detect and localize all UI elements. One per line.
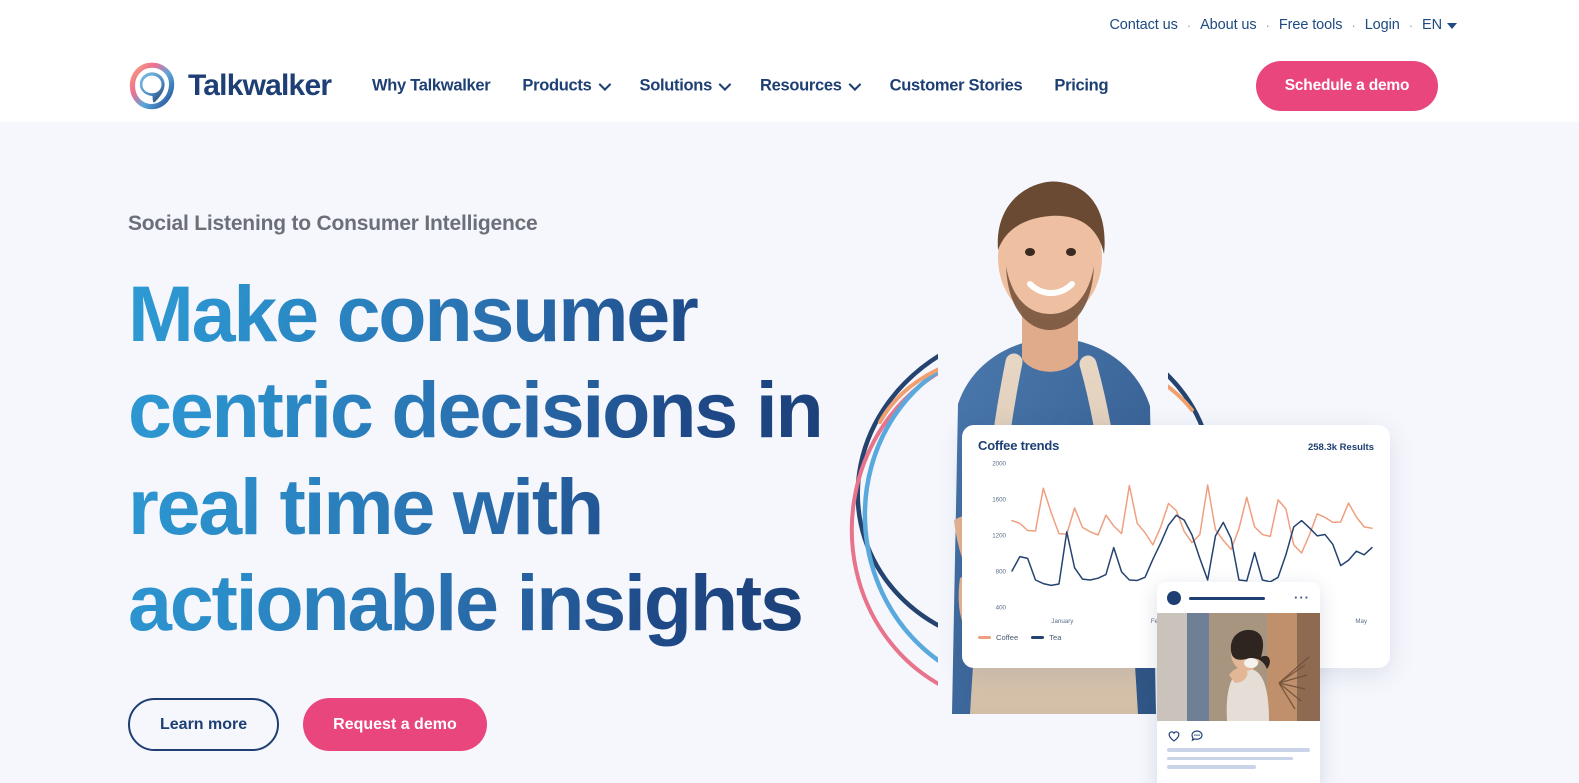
main-navigation: Why Talkwalker Products Solutions Resour… bbox=[372, 76, 1109, 96]
utility-separator: · bbox=[1408, 17, 1414, 33]
nav-label: Resources bbox=[759, 76, 842, 95]
nav-item-why-talkwalker[interactable]: Why Talkwalker bbox=[372, 76, 491, 96]
svg-text:January: January bbox=[1051, 618, 1074, 625]
social-post-author-placeholder bbox=[1189, 596, 1265, 600]
logo-link[interactable]: Talkwalker bbox=[128, 62, 332, 110]
nav-item-resources[interactable]: Resources bbox=[759, 76, 861, 96]
hero-headline-line: real time with bbox=[128, 461, 603, 551]
chart-results-count: 258.3k Results bbox=[1307, 442, 1374, 453]
placeholder-line bbox=[1167, 765, 1256, 769]
social-post-card: ··· bbox=[1157, 582, 1320, 783]
chart-title: Coffee trends bbox=[978, 438, 1060, 453]
utility-link-contact-us[interactable]: Contact us bbox=[1109, 17, 1177, 33]
hero-headline-line: actionable insights bbox=[128, 558, 802, 648]
utility-separator: · bbox=[1351, 17, 1356, 33]
nav-item-pricing[interactable]: Pricing bbox=[1054, 77, 1108, 96]
hero-visual: Coffee trends 258.3k Results 2000 1600 120… bbox=[820, 122, 1460, 783]
svg-text:May: May bbox=[1355, 618, 1368, 625]
utility-nav-list: Contact us · About us · Free tools · Log… bbox=[1109, 17, 1457, 33]
hero-headline: Make consumer centric decisions in real … bbox=[128, 266, 848, 652]
talkwalker-logo-icon bbox=[129, 62, 175, 110]
svg-text:1200: 1200 bbox=[992, 533, 1006, 540]
chevron-down-icon bbox=[1447, 23, 1457, 29]
hero-headline-line: centric decisions in bbox=[128, 365, 822, 455]
placeholder-line bbox=[1167, 756, 1293, 760]
nav-label: Solutions bbox=[639, 76, 713, 95]
placeholder-line bbox=[1167, 748, 1310, 752]
request-demo-button[interactable]: Request a demo bbox=[303, 698, 487, 751]
utility-link-about-us[interactable]: About us bbox=[1200, 17, 1257, 33]
utility-separator: · bbox=[1265, 17, 1270, 33]
language-selector-label: EN bbox=[1422, 17, 1442, 33]
hero-eyebrow: Social Listening to Consumer Intelligenc… bbox=[128, 212, 538, 235]
nav-item-customer-stories[interactable]: Customer Stories bbox=[890, 77, 1023, 96]
logo-wordmark: Talkwalker bbox=[188, 69, 332, 102]
chevron-down-icon bbox=[848, 78, 861, 91]
nav-label: Products bbox=[522, 76, 592, 95]
schedule-demo-button[interactable]: Schedule a demo bbox=[1256, 61, 1438, 111]
svg-text:1600: 1600 bbox=[992, 497, 1006, 504]
social-post-header: ··· bbox=[1157, 582, 1320, 613]
utility-separator: · bbox=[1186, 17, 1192, 33]
nav-label: Pricing bbox=[1054, 76, 1109, 95]
hero-cta-group: Learn more Request a demo bbox=[128, 698, 487, 751]
social-post-text-placeholder bbox=[1157, 748, 1320, 769]
utility-link-free-tools[interactable]: Free tools bbox=[1279, 17, 1343, 33]
nav-item-solutions[interactable]: Solutions bbox=[639, 76, 732, 96]
chevron-down-icon bbox=[598, 78, 611, 91]
avatar bbox=[1167, 591, 1181, 605]
language-selector[interactable]: EN bbox=[1422, 17, 1457, 33]
learn-more-button[interactable]: Learn more bbox=[128, 698, 280, 751]
page-root: Contact us · About us · Free tools · Log… bbox=[0, 0, 1579, 783]
site-header: Talkwalker Why Talkwalker Products Solut… bbox=[0, 50, 1579, 122]
nav-item-products[interactable]: Products bbox=[522, 76, 611, 96]
chart-card-header: Coffee trends 258.3k Results bbox=[978, 438, 1374, 453]
utility-nav-bar: Contact us · About us · Free tools · Log… bbox=[0, 0, 1579, 50]
social-post-actions bbox=[1157, 721, 1320, 748]
social-post-image bbox=[1157, 613, 1320, 721]
svg-text:2000: 2000 bbox=[992, 461, 1006, 468]
chevron-down-icon bbox=[718, 78, 732, 91]
nav-label: Customer Stories bbox=[889, 76, 1023, 95]
svg-text:800: 800 bbox=[996, 569, 1007, 576]
svg-text:400: 400 bbox=[996, 605, 1007, 612]
hero-headline-line: Make consumer bbox=[128, 269, 697, 358]
heart-icon[interactable] bbox=[1167, 729, 1181, 743]
hero-section: Social Listening to Consumer Intelligenc… bbox=[0, 122, 1579, 783]
utility-link-login[interactable]: Login bbox=[1365, 17, 1400, 33]
nav-label: Why Talkwalker bbox=[372, 76, 491, 95]
more-options-icon[interactable]: ··· bbox=[1294, 591, 1310, 604]
hero-copy: Social Listening to Consumer Intelligenc… bbox=[128, 212, 848, 652]
comment-icon[interactable] bbox=[1190, 729, 1204, 743]
